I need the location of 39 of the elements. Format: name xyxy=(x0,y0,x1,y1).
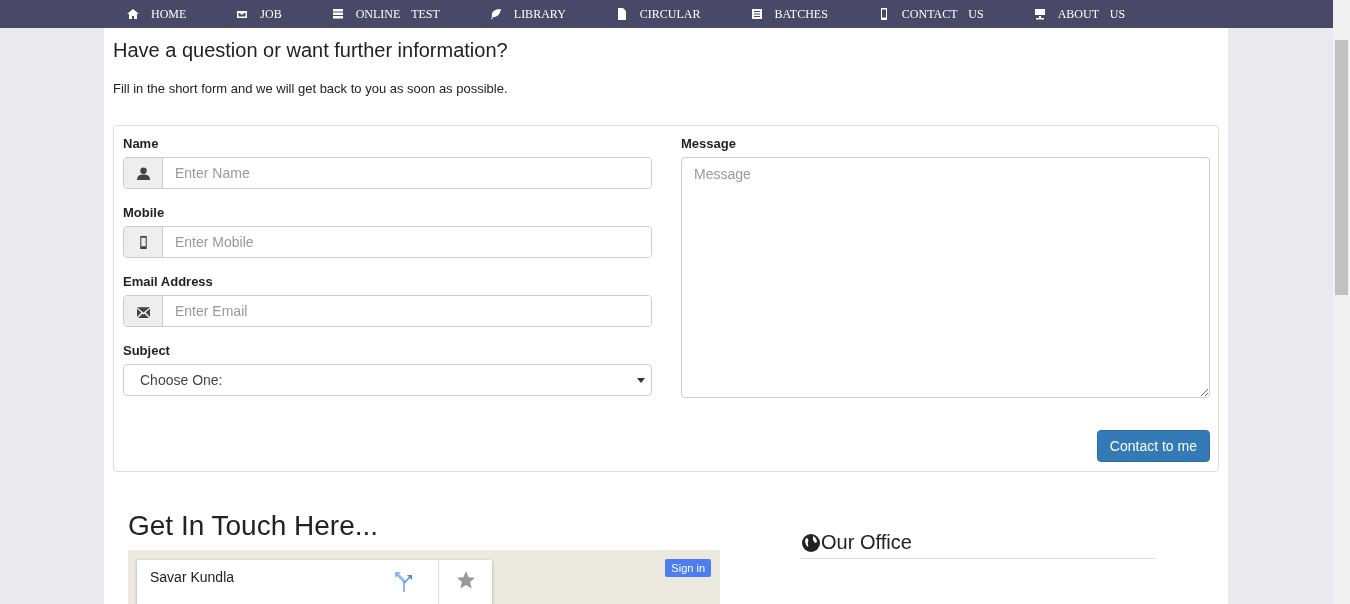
submit-button[interactable]: Contact to me xyxy=(1096,430,1210,462)
place-name: Savar Kundla xyxy=(149,568,236,587)
field-label: Mobile xyxy=(123,205,166,220)
message-field[interactable]: Message xyxy=(681,157,1210,398)
directions-icon[interactable] xyxy=(394,572,412,592)
envelope-icon xyxy=(136,304,150,318)
field-label: Email Address xyxy=(123,274,214,289)
subject-dropdown[interactable]: Choose One: xyxy=(123,364,652,396)
star-icon[interactable] xyxy=(455,570,476,590)
field-label: Subject xyxy=(123,343,171,358)
nav-link[interactable]: BATCHES xyxy=(750,6,828,22)
caret-icon xyxy=(637,377,645,383)
nav-icon xyxy=(1033,8,1046,20)
input-field[interactable]: Enter Name xyxy=(123,157,652,189)
nav-link[interactable]: LIBRARY xyxy=(489,6,566,22)
nav-link[interactable]: JOB xyxy=(236,6,282,22)
scrollbar[interactable] xyxy=(1333,0,1350,604)
form-heading: Have a question or want further information? xyxy=(113,39,509,62)
nav-icon xyxy=(750,8,763,20)
nav-link[interactable]: CIRCULAR xyxy=(615,6,701,22)
section-heading: Get In Touch Here... xyxy=(128,510,380,542)
person-icon xyxy=(136,166,150,180)
input-field[interactable]: Enter Email xyxy=(123,295,652,327)
nav-icon xyxy=(127,8,139,20)
input-field[interactable]: Enter Mobile xyxy=(123,226,652,258)
field-label: Message xyxy=(681,136,737,151)
nav-link[interactable]: CONTACT US xyxy=(877,6,984,22)
form-intro: Fill in the short form and we will get back to you as soon as possible. xyxy=(113,81,509,96)
nav-link[interactable]: HOME xyxy=(127,6,187,22)
sign-in-button[interactable]: Sign in xyxy=(665,559,711,577)
nav-icon xyxy=(489,8,502,20)
nav-link[interactable]: ABOUT US xyxy=(1033,6,1126,22)
globe-icon xyxy=(801,532,821,553)
nav-link[interactable]: ONLINE TEST xyxy=(331,6,440,22)
nav-icon xyxy=(236,8,249,20)
nav-icon xyxy=(331,8,344,20)
field-label: Name xyxy=(123,136,160,151)
nav-icon xyxy=(615,8,628,20)
office-heading: Our Office xyxy=(801,531,1156,559)
